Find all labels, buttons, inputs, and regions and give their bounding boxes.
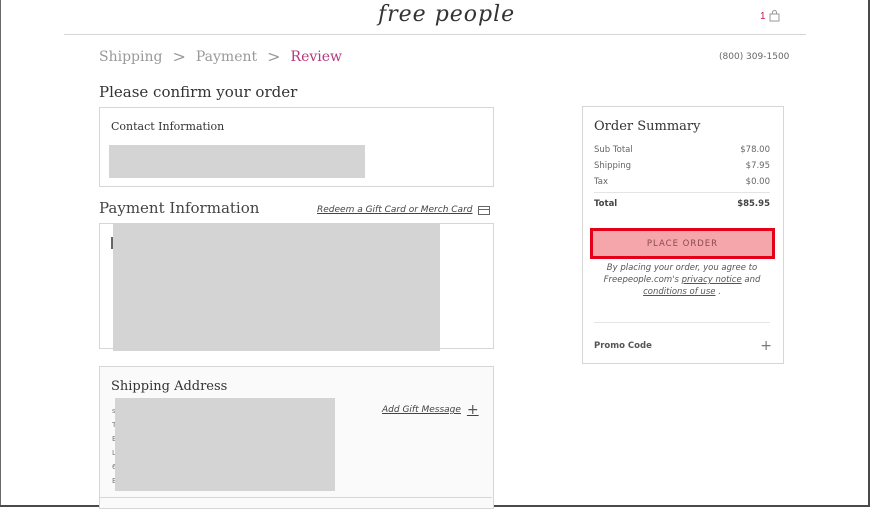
redacted-contact-details xyxy=(109,145,365,178)
breadcrumb-payment[interactable]: Payment xyxy=(196,49,257,65)
summary-divider xyxy=(594,192,770,193)
redacted-shipping-address xyxy=(115,398,335,491)
order-summary-title: Order Summary xyxy=(594,119,701,134)
total-value: $85.95 xyxy=(737,199,770,209)
total-label: Total xyxy=(594,199,618,209)
redeem-gift-card-link[interactable]: Redeem a Gift Card or Merch Card xyxy=(317,205,491,215)
contact-information-title: Contact Information xyxy=(111,120,225,133)
place-order-button[interactable]: PLACE ORDER xyxy=(590,228,775,259)
shipping-cost-row: Shipping $7.95 xyxy=(594,161,770,171)
redacted-payment-details xyxy=(113,223,440,351)
page-title: Please confirm your order xyxy=(99,83,298,101)
order-agreement-text: By placing your order, you agree to Free… xyxy=(603,263,761,297)
shipping-divider xyxy=(100,497,492,498)
shipping-cost-value: $7.95 xyxy=(745,161,770,171)
window-frame-left xyxy=(0,0,1,507)
breadcrumb-shipping[interactable]: Shipping xyxy=(99,49,162,65)
promo-code-toggle[interactable]: Promo Code + xyxy=(594,338,772,354)
chevron-right-icon: > xyxy=(172,47,186,66)
gift-card-icon xyxy=(478,205,491,215)
header-divider xyxy=(64,34,806,35)
conditions-of-use-link[interactable]: conditions of use xyxy=(643,287,715,297)
shipping-address-title: Shipping Address xyxy=(111,379,228,394)
breadcrumb-review: Review xyxy=(290,48,343,65)
add-gift-message-button[interactable]: Add Gift Message + xyxy=(382,402,479,418)
shipping-cost-label: Shipping xyxy=(594,161,632,171)
add-gift-message-label: Add Gift Message xyxy=(382,405,461,415)
brand-logo[interactable]: free people xyxy=(378,2,515,27)
redeem-gift-card-label: Redeem a Gift Card or Merch Card xyxy=(317,205,473,215)
cart-count: 1 xyxy=(760,10,766,22)
subtotal-value: $78.00 xyxy=(740,145,770,155)
shopping-bag-icon xyxy=(769,10,780,22)
plus-icon: + xyxy=(760,338,772,354)
promo-code-label: Promo Code xyxy=(594,341,652,351)
support-phone[interactable]: (800) 309-1500 xyxy=(719,52,789,62)
payment-information-title: Payment Information xyxy=(99,199,260,217)
promo-divider xyxy=(594,322,770,323)
plus-icon: + xyxy=(466,402,479,418)
subtotal-row: Sub Total $78.00 xyxy=(594,145,770,155)
tax-row: Tax $0.00 xyxy=(594,177,770,187)
chevron-right-icon: > xyxy=(267,47,281,66)
total-row: Total $85.95 xyxy=(594,199,770,209)
breadcrumb: Shipping > Payment > Review xyxy=(99,47,342,66)
subtotal-label: Sub Total xyxy=(594,145,633,155)
tax-label: Tax xyxy=(594,177,609,187)
cart-button[interactable]: 1 xyxy=(760,10,780,22)
privacy-notice-link[interactable]: privacy notice xyxy=(682,275,742,285)
tax-value: $0.00 xyxy=(745,177,770,187)
